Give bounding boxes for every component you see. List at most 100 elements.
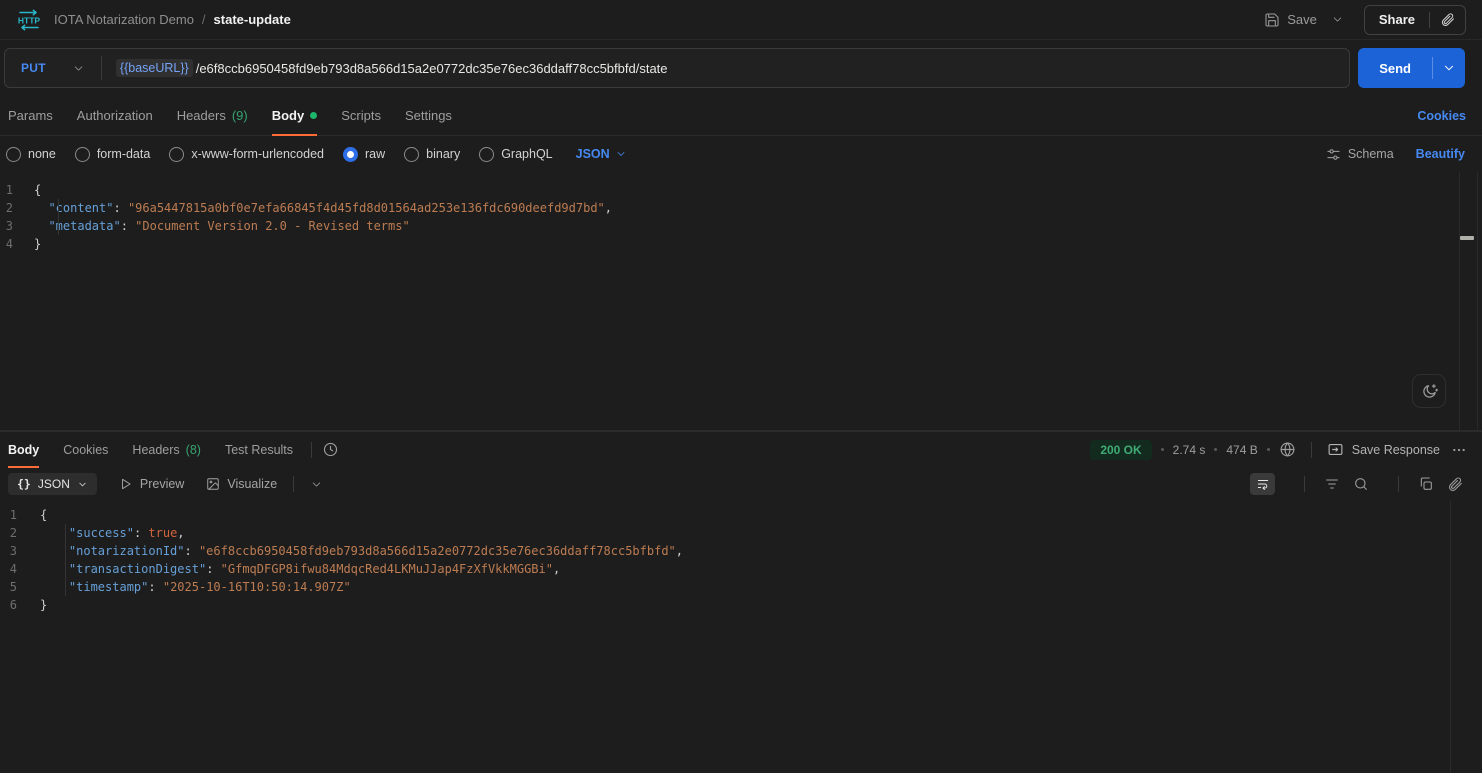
line-number: 2 (5, 201, 13, 215)
line-number: 4 (5, 237, 13, 251)
postbot-assistant-button[interactable] (1412, 374, 1446, 408)
floppy-save-icon (1265, 12, 1279, 27)
method-chevron-icon (72, 62, 85, 75)
search-icon[interactable] (1353, 476, 1369, 492)
response-controls: {} JSON Preview Visualize (0, 467, 1482, 501)
url-bar: PUT {{baseURL}} /e6f8ccb6950458fd9eb793d… (4, 48, 1351, 88)
response-scroll-track (1450, 501, 1451, 773)
breadcrumb-separator: / (201, 12, 206, 27)
body-type-raw[interactable]: raw (343, 146, 385, 162)
radio-icon (404, 146, 420, 162)
breadcrumb-collection[interactable]: IOTA Notarization Demo (54, 12, 194, 27)
request-tabs-row: Params Authorization Headers (9) Body Scr… (0, 96, 1482, 136)
line-number: 1 (5, 183, 13, 197)
image-icon (207, 478, 220, 490)
visualize-button[interactable]: Visualize (206, 477, 277, 491)
response-time[interactable]: 2.74 s (1173, 443, 1206, 457)
link-icon[interactable] (1447, 476, 1463, 492)
method-label: PUT (21, 61, 46, 75)
divider (311, 441, 313, 458)
save-response-icon (1328, 443, 1343, 456)
tab-authorization[interactable]: Authorization (77, 96, 153, 135)
more-views-chevron[interactable] (310, 478, 323, 491)
preview-button[interactable]: Preview (119, 477, 184, 491)
body-type-actions: Schema Beautify (1326, 147, 1482, 162)
scrollbar-thumb[interactable] (1460, 236, 1474, 240)
copy-link-icon[interactable] (1430, 12, 1465, 27)
response-body-code[interactable]: 1{2 "success": true, 3 "notarizationId": … (0, 506, 1482, 614)
meta-dot (1160, 448, 1164, 451)
tab-params[interactable]: Params (8, 96, 53, 135)
send-options-chevron[interactable] (1433, 48, 1465, 88)
tab-settings[interactable]: Settings (405, 96, 452, 135)
tab-body[interactable]: Body (271, 96, 318, 136)
save-button[interactable]: Save (1256, 6, 1325, 34)
tab-headers[interactable]: Headers (9) (177, 96, 248, 135)
cookies-link[interactable]: Cookies (1417, 109, 1466, 123)
response-tab-body[interactable]: Body (8, 432, 40, 468)
language-selector[interactable]: JSON (576, 147, 627, 161)
chevron-down-icon (79, 482, 86, 486)
indent-guide (65, 524, 66, 596)
postbot-sparkle-icon (1422, 383, 1438, 398)
response-tab-test-results[interactable]: Test Results (225, 432, 293, 467)
indent-guide (58, 199, 59, 235)
method-selector[interactable]: PUT (5, 61, 101, 75)
response-format-label: JSON (37, 477, 70, 491)
share-button[interactable]: Share (1365, 12, 1429, 27)
schema-button[interactable]: Schema (1326, 147, 1394, 162)
more-options-icon[interactable] (1449, 440, 1469, 460)
response-headers-count: (8) (185, 442, 201, 457)
response-format-selector[interactable]: {} JSON (8, 473, 97, 495)
copy-icon[interactable] (1418, 476, 1434, 492)
line-number: 2 (9, 526, 17, 540)
wrap-text-icon (1257, 480, 1268, 491)
line-number: 5 (9, 580, 17, 594)
response-body-editor[interactable]: 1{2 "success": true, 3 "notarizationId": … (0, 501, 1482, 773)
status-badge[interactable]: 200 OK (1090, 439, 1152, 460)
breadcrumb-request-name[interactable]: state-update (214, 12, 291, 27)
editor-scroll-track (1459, 172, 1460, 430)
body-type-graphql[interactable]: GraphQL (479, 146, 553, 162)
url-variable-chip[interactable]: {{baseURL}} (115, 59, 193, 77)
divider (1398, 476, 1399, 492)
url-input[interactable]: {{baseURL}} /e6f8ccb6950458fd9eb793d8a56… (115, 59, 668, 77)
chevron-down-icon (617, 152, 625, 156)
wrap-text-button[interactable] (1250, 473, 1275, 495)
editor-scroll-edge (1477, 172, 1478, 430)
play-icon (121, 478, 131, 490)
save-response-button[interactable]: Save Response (1327, 441, 1440, 458)
response-size[interactable]: 474 B (1226, 443, 1257, 457)
tab-scripts[interactable]: Scripts (341, 96, 381, 135)
response-history-icon[interactable] (322, 441, 339, 458)
share-button-group: Share (1363, 4, 1466, 35)
body-type-binary[interactable]: binary (404, 146, 460, 162)
request-body-code[interactable]: 1{2 "content": "96a5447815a0bf0e7efa6684… (0, 181, 1482, 253)
body-type-none[interactable]: none (6, 146, 56, 162)
line-number: 6 (9, 598, 17, 612)
send-button[interactable]: Send (1358, 48, 1432, 88)
request-body-editor[interactable]: 1{2 "content": "96a5447815a0bf0e7efa6684… (0, 172, 1482, 431)
modified-dot (310, 112, 318, 119)
radio-icon (74, 146, 90, 162)
save-options-chevron[interactable] (1325, 7, 1350, 32)
line-number: 3 (9, 544, 17, 558)
api-client-window: HTTP IOTA Notarization Demo / state-upda… (0, 0, 1482, 773)
url-path: /e6f8ccb6950458fd9eb793d8a566d15a2e0772d… (195, 60, 668, 76)
meta-dot (1266, 448, 1270, 451)
body-type-form-data[interactable]: form-data (74, 146, 150, 162)
sliders-icon (1327, 148, 1340, 160)
divider (1304, 476, 1305, 492)
response-tab-cookies[interactable]: Cookies (63, 432, 108, 467)
body-type-urlencoded[interactable]: x-www-form-urlencoded (169, 146, 324, 162)
response-tab-headers[interactable]: Headers (8) (132, 432, 201, 467)
beautify-button[interactable]: Beautify (1416, 147, 1465, 161)
save-label: Save (1287, 12, 1317, 27)
meta-dot (1214, 448, 1218, 451)
filter-icon[interactable] (1324, 476, 1340, 492)
divider (293, 476, 295, 492)
braces-icon: {} (17, 477, 31, 491)
line-number: 3 (5, 219, 13, 233)
url-divider (100, 56, 102, 80)
network-globe-icon[interactable] (1279, 441, 1296, 458)
